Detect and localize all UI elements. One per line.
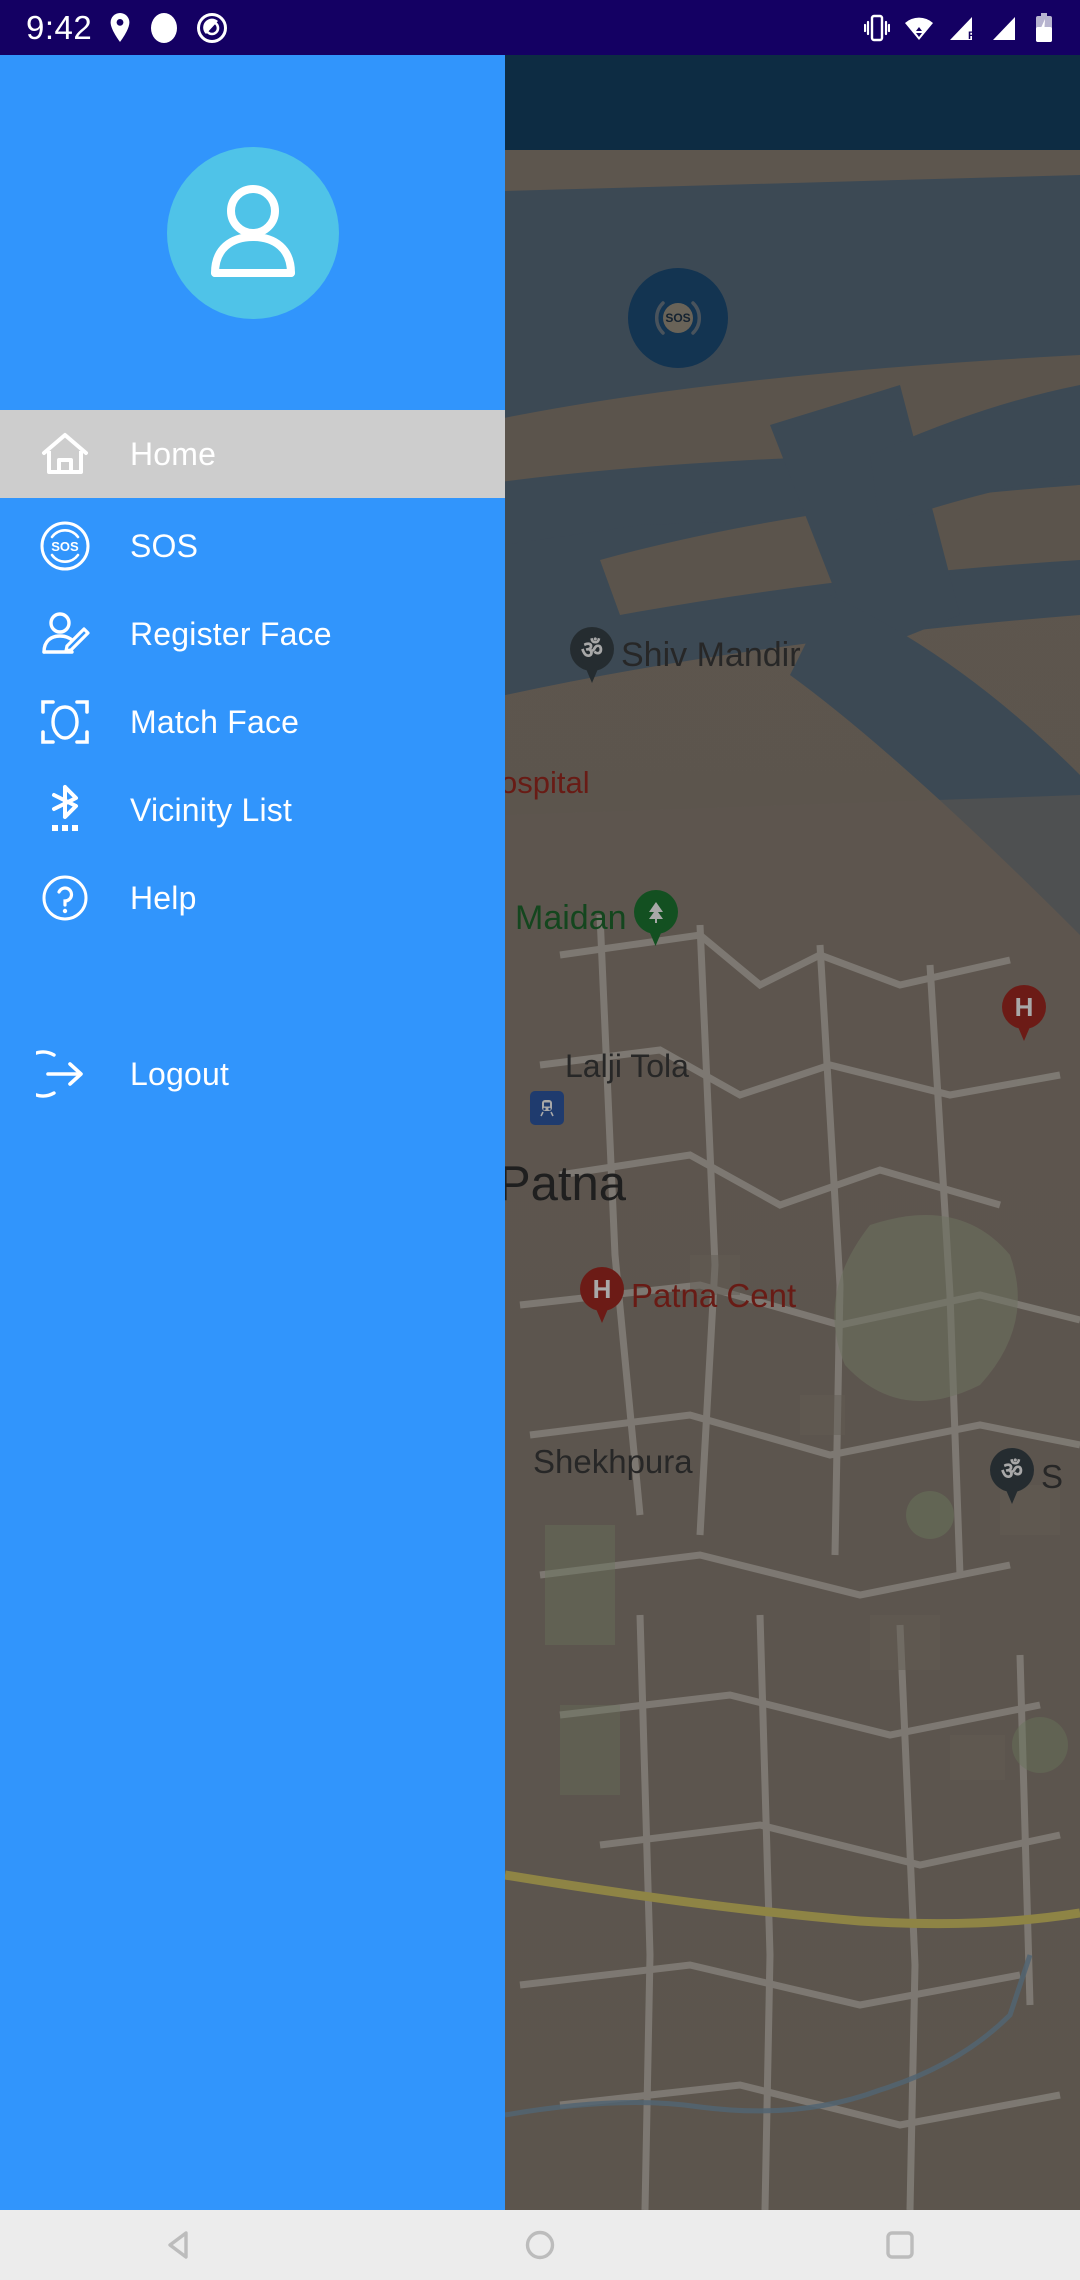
nav-back-button[interactable] bbox=[110, 2210, 250, 2280]
sidebar-label-logout: Logout bbox=[130, 1056, 230, 1092]
sidebar-label-vicinity-list: Vicinity List bbox=[130, 792, 293, 828]
sidebar-item-vicinity-list[interactable]: Vicinity List bbox=[0, 766, 505, 854]
home-icon bbox=[0, 427, 130, 481]
svg-text:R: R bbox=[968, 30, 976, 42]
status-bar-right: R bbox=[864, 12, 1054, 44]
status-bar-left: 9:42 bbox=[26, 11, 228, 44]
question-mark-icon bbox=[0, 871, 130, 925]
svg-text:SOS: SOS bbox=[51, 539, 79, 554]
face-scan-icon bbox=[0, 695, 130, 749]
wifi-icon bbox=[905, 17, 933, 40]
nav-home-button[interactable] bbox=[470, 2210, 610, 2280]
signal-r-icon: R bbox=[950, 16, 976, 42]
logout-arrow-icon bbox=[0, 1045, 130, 1103]
sidebar-item-match-face[interactable]: Match Face bbox=[0, 678, 505, 766]
sidebar-label-home: Home bbox=[130, 436, 217, 472]
sidebar-label-sos: SOS bbox=[130, 528, 199, 564]
square-recents-icon bbox=[886, 2231, 914, 2259]
circle-dot-icon bbox=[151, 12, 178, 43]
vibrate-icon bbox=[864, 14, 890, 41]
status-clock: 9:42 bbox=[26, 9, 93, 46]
circle-home-icon bbox=[525, 2230, 555, 2260]
phone-screen: SOS ॐ Shiv Mandir ospital i Maidan Lalji… bbox=[0, 0, 1080, 2280]
sidebar-label-help: Help bbox=[130, 880, 197, 916]
sidebar-label-register-face: Register Face bbox=[130, 616, 332, 652]
bluetooth-icon bbox=[0, 783, 130, 837]
navigation-drawer: Home SOS SOS Register Face Match Face Vi… bbox=[0, 55, 505, 2210]
sidebar-item-logout[interactable]: Logout bbox=[0, 1030, 505, 1118]
menu-spacer-large bbox=[0, 942, 505, 1030]
system-nav-bar bbox=[0, 2210, 1080, 2280]
battery-charging-icon bbox=[1036, 12, 1052, 42]
status-bar: 9:42 R bbox=[0, 0, 1080, 55]
signal-icon bbox=[993, 16, 1015, 40]
sidebar-item-help[interactable]: Help bbox=[0, 854, 505, 942]
sidebar-item-sos[interactable]: SOS SOS bbox=[0, 502, 505, 590]
triangle-back-icon bbox=[168, 2231, 188, 2259]
sidebar-item-register-face[interactable]: Register Face bbox=[0, 590, 505, 678]
person-avatar-icon bbox=[210, 184, 295, 277]
person-edit-icon bbox=[0, 607, 130, 661]
sos-icon: SOS bbox=[0, 519, 130, 573]
sidebar-item-home[interactable]: Home bbox=[0, 410, 505, 498]
nav-recents-button[interactable] bbox=[830, 2210, 970, 2280]
avatar[interactable] bbox=[166, 146, 339, 319]
drawer-header bbox=[0, 55, 505, 410]
capture-icon bbox=[197, 12, 228, 43]
sidebar-label-match-face: Match Face bbox=[130, 704, 300, 740]
location-pin-icon bbox=[110, 12, 130, 42]
